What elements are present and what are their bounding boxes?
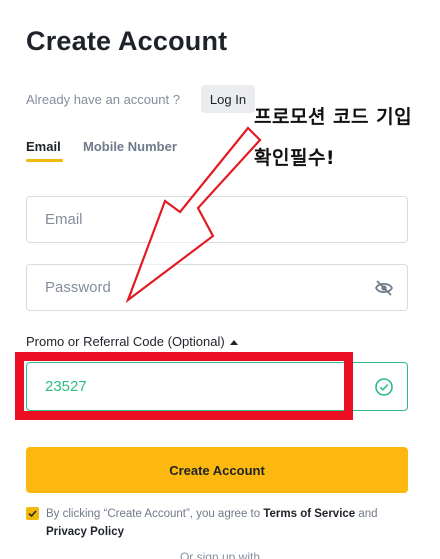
page-title: Create Account (26, 26, 228, 56)
agreement-conjunction: and (358, 508, 378, 520)
privacy-policy-link[interactable]: Privacy Policy (46, 526, 124, 538)
annotation-line-2: 확인필수! (254, 147, 336, 169)
promo-code-label-text: Promo or Referral Code (Optional) (26, 334, 225, 349)
eye-slash-icon[interactable] (374, 279, 394, 297)
tab-email[interactable]: Email (26, 139, 61, 154)
tab-mobile-number[interactable]: Mobile Number (83, 139, 177, 154)
password-field[interactable]: Password (26, 264, 408, 311)
terms-of-service-link[interactable]: Terms of Service (263, 508, 355, 520)
annotation-line-1: 프로모션 코드 기입 (254, 106, 413, 128)
log-in-button[interactable]: Log In (201, 85, 255, 113)
agree-checkbox[interactable] (26, 507, 39, 520)
promo-highlight-box (15, 352, 353, 420)
checkmark-icon (28, 510, 37, 518)
agreement-prefix: By clicking “Create Account”, you agree … (46, 508, 261, 520)
or-sign-up-with-text: Or sign up with (179, 550, 261, 559)
password-placeholder: Password (45, 279, 111, 296)
caret-up-icon (229, 339, 238, 345)
promo-code-label[interactable]: Promo or Referral Code (Optional) (26, 334, 238, 349)
agreement-text: By clicking “Create Account”, you agree … (46, 505, 406, 541)
check-circle-icon (375, 378, 393, 396)
active-tab-indicator (26, 159, 63, 162)
already-have-account-text: Already have an account ? (26, 92, 180, 107)
create-account-button[interactable]: Create Account (26, 447, 408, 493)
email-field[interactable]: Email (26, 196, 408, 243)
email-placeholder: Email (45, 211, 83, 228)
